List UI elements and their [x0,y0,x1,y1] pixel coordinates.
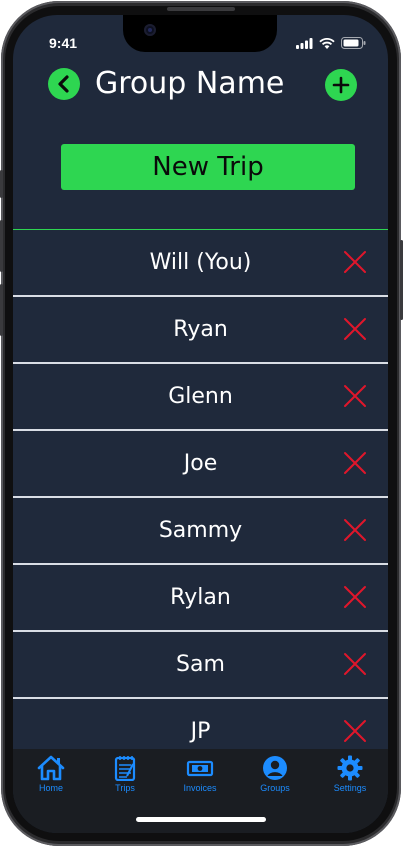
header: Group Name [13,67,388,103]
member-row: Will (You) [13,230,388,297]
remove-member-icon[interactable] [343,585,367,609]
home-icon [37,755,65,781]
new-trip-button[interactable]: New Trip [61,144,355,190]
gear-icon [337,755,363,781]
member-name: Will (You) [149,250,252,275]
status-icons [296,37,366,49]
member-row: Joe [13,431,388,498]
volume-up-button [0,220,3,272]
member-name: Sam [176,652,225,677]
battery-icon [341,37,366,49]
speaker-grille [167,7,235,11]
tab-bar: Home Trips Invoices Groups Settings [13,749,388,833]
tab-home-label: Home [38,783,63,793]
member-row: Sammy [13,498,388,565]
tab-trips[interactable]: Trips [95,755,155,793]
banknote-icon [186,760,214,777]
phone-mockup: 9:41 Group Name New Trip Will (You) Ryan… [0,0,404,849]
power-button [400,240,403,320]
member-name: JP [190,719,211,744]
remove-member-icon[interactable] [343,451,367,475]
member-row: Rylan [13,565,388,632]
tab-invoices[interactable]: Invoices [170,755,230,793]
remove-member-icon[interactable] [343,518,367,542]
page-title: Group Name [95,66,285,101]
tab-trips-label: Trips [115,783,135,793]
remove-member-icon[interactable] [343,652,367,676]
home-indicator [136,817,266,822]
member-row: Ryan [13,297,388,364]
add-member-button[interactable] [325,69,357,101]
tab-groups-label: Groups [260,783,290,793]
remove-member-icon[interactable] [343,719,367,743]
member-name: Glenn [168,384,233,409]
tab-home[interactable]: Home [21,755,81,793]
tab-settings[interactable]: Settings [320,755,380,793]
mute-switch [0,170,3,198]
tab-settings-label: Settings [333,783,367,793]
plus-icon [332,76,350,94]
person-circle-icon [263,756,287,780]
member-row: Glenn [13,364,388,431]
chevron-left-icon [58,75,69,93]
wifi-icon [319,37,335,49]
remove-member-icon[interactable] [343,250,367,274]
remove-member-icon[interactable] [343,384,367,408]
tab-groups[interactable]: Groups [245,755,305,793]
status-time: 9:41 [49,35,78,51]
notepad-icon [114,756,136,781]
camera-icon [144,24,156,36]
signal-icon [296,37,313,49]
member-list: Will (You) Ryan Glenn Joe Sammy Rylan Sam JP [13,229,388,766]
member-name: Joe [183,451,218,476]
back-button[interactable] [48,68,80,100]
member-name: Sammy [158,518,243,543]
member-row: Sam [13,632,388,699]
member-name: Rylan [170,585,231,610]
app-screen: 9:41 Group Name New Trip Will (You) Ryan… [13,15,388,833]
tab-invoices-label: Invoices [183,783,217,793]
member-name: Ryan [173,317,228,342]
volume-down-button [0,284,3,336]
remove-member-icon[interactable] [343,317,367,341]
notch [123,15,277,52]
